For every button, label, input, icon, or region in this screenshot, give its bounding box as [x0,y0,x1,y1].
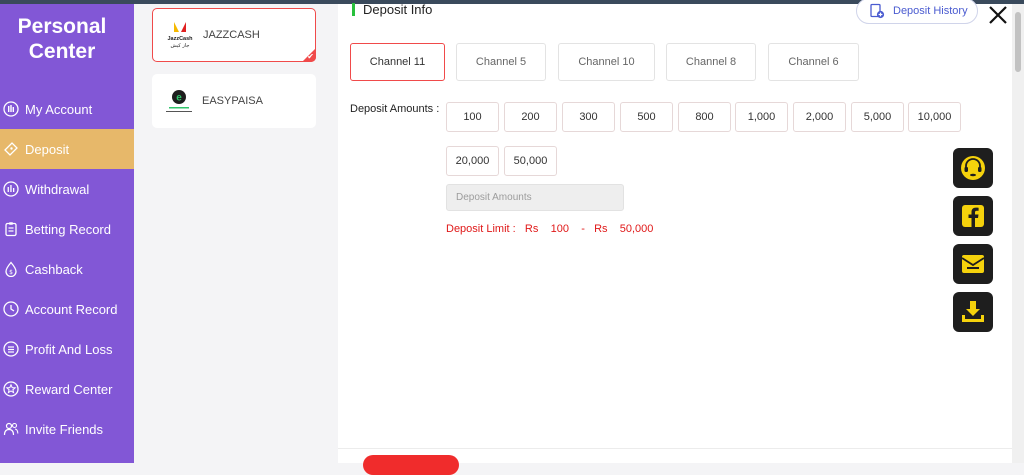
deposit-info-heading: Deposit Info [352,2,432,17]
footer-divider [338,448,1012,449]
limit-separator: - [581,223,585,235]
close-icon[interactable] [987,4,1009,26]
sidebar-item-label: Betting Record [25,221,111,237]
sidebar-item-label: Reward Center [25,381,113,397]
limit-currency: Rs [594,223,608,235]
amount-option-50000[interactable]: 50,000 [504,146,557,176]
message-button[interactable] [953,244,993,284]
deposit-amounts-label: Deposit Amounts : [350,103,440,115]
sidebar-item-cashback[interactable]: $ Cashback [0,249,134,289]
sidebar-title-line1: Personal [17,15,107,38]
users-icon [3,421,19,437]
tab-channel-11[interactable]: Channel 11 [350,43,445,81]
payment-name: EASYPAISA [202,95,263,107]
star-badge-icon [3,381,19,397]
limit-currency: Rs [524,223,539,235]
limit-min: 100 [550,223,569,235]
sidebar-item-account-record[interactable]: Account Record [0,289,134,329]
clipboard-icon [3,221,19,237]
sidebar-item-label: Deposit [25,141,70,157]
payment-method-list: JazzCash جاز کیش JAZZCASH ✔ e EASYPAISA [134,4,338,463]
deposit-panel: Deposit Info Deposit History Channel 11 … [338,0,1012,475]
clock-circle-icon [3,301,19,317]
document-plus-icon [870,3,885,19]
coin-drop-icon: $ [3,261,19,277]
sidebar-item-label: My Account [25,101,93,117]
section-title: Deposit Info [363,2,433,17]
amount-option-200[interactable]: 200 [504,102,557,132]
sidebar-item-label: Invite Friends [25,421,104,437]
sidebar-item-betting-record[interactable]: Betting Record [0,209,134,249]
amount-option-500[interactable]: 500 [620,102,673,132]
sidebar-item-label: Withdrawal [25,181,90,197]
sidebar-item-deposit[interactable]: Deposit [0,129,134,169]
page-scrollbar[interactable] [1012,4,1024,463]
limit-max: 50,000 [619,223,654,235]
user-circle-icon [3,101,19,117]
sidebar-item-reward-center[interactable]: Reward Center [0,369,134,409]
headset-icon [961,156,985,180]
amount-option-10000[interactable]: 10,000 [908,102,961,132]
download-app-button[interactable] [953,292,993,332]
facebook-button[interactable] [953,196,993,236]
amount-option-800[interactable]: 800 [678,102,731,132]
mail-icon [961,255,985,273]
tab-channel-8[interactable]: Channel 8 [666,43,756,81]
payment-jazzcash[interactable]: JazzCash جاز کیش JAZZCASH ✔ [152,8,316,62]
deposit-limit-text: Deposit Limit : Rs 100 - Rs 50,000 [446,223,653,235]
sidebar: Personal Center My Account Deposit Withd… [0,4,134,463]
amount-option-5000[interactable]: 5,000 [851,102,904,132]
check-icon: ✔ [307,52,314,61]
deposit-history-label: Deposit History [893,5,968,17]
sidebar-item-label: Profit And Loss [25,341,113,357]
tab-channel-6[interactable]: Channel 6 [768,43,859,81]
sidebar-title-line2: Center [28,40,96,63]
svg-text:جاز کیش: جاز کیش [171,43,190,49]
sidebar-item-label: Account Record [25,301,118,317]
list-circle-icon [3,341,19,357]
amount-option-100[interactable]: 100 [446,102,499,132]
limit-prefix: Deposit Limit : [446,223,516,235]
tab-channel-5[interactable]: Channel 5 [456,43,546,81]
chart-circle-icon [3,181,19,197]
submit-deposit-button[interactable] [363,455,459,475]
facebook-icon [962,205,984,227]
section-marker [352,3,355,16]
svg-text:$: $ [9,269,13,276]
jazzcash-logo: JazzCash جاز کیش [163,20,197,50]
download-icon [962,301,984,322]
deposit-amount-input[interactable] [446,184,624,211]
svg-text:JazzCash: JazzCash [167,36,193,42]
easypaisa-logo: e [162,86,196,116]
amount-option-20000[interactable]: 20,000 [446,146,499,176]
sidebar-title: Personal Center [0,14,124,64]
sidebar-item-label: Cashback [25,261,83,277]
tab-channel-10[interactable]: Channel 10 [558,43,655,81]
ticket-icon [3,141,19,157]
sidebar-item-invite-friends[interactable]: Invite Friends [0,409,134,449]
deposit-history-button[interactable]: Deposit History [856,0,978,24]
payment-easypaisa[interactable]: e EASYPAISA [152,74,316,128]
sidebar-item-my-account[interactable]: My Account [0,89,134,129]
customer-service-button[interactable] [953,148,993,188]
scrollbar-thumb[interactable] [1015,12,1021,72]
payment-name: JAZZCASH [203,29,260,41]
svg-text:e: e [176,93,182,104]
amount-option-1000[interactable]: 1,000 [735,102,788,132]
amount-option-2000[interactable]: 2,000 [793,102,846,132]
sidebar-item-profit-and-loss[interactable]: Profit And Loss [0,329,134,369]
amount-option-300[interactable]: 300 [562,102,615,132]
sidebar-item-withdrawal[interactable]: Withdrawal [0,169,134,209]
